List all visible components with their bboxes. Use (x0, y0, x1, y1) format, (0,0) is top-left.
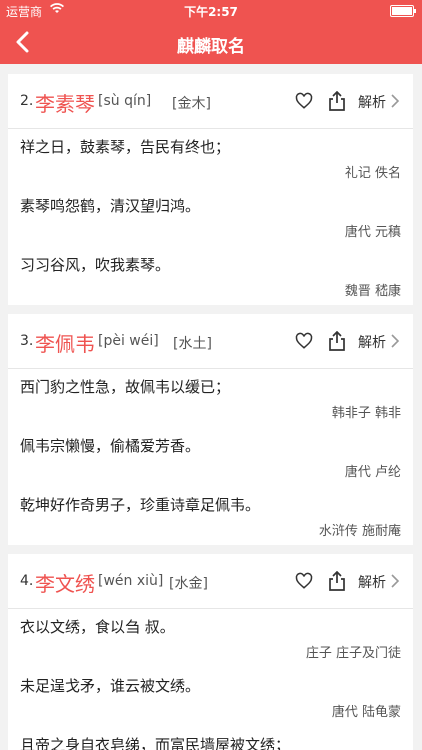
quote-source: 唐代 元稹 (344, 225, 401, 240)
heart-icon (295, 332, 313, 349)
battery-icon (390, 5, 416, 17)
name-pinyin: [pèi wéi] (98, 333, 159, 349)
page-title: 麒麟取名 (177, 37, 245, 57)
share-icon (329, 570, 345, 591)
quote-text: 佩韦宗懒慢，偷橘爱芳香。 (20, 437, 201, 455)
card-index: 2. (20, 93, 34, 109)
nav-bar: 麒麟取名 (0, 20, 422, 64)
heart-icon (295, 92, 313, 109)
analyze-button[interactable]: 解析 (358, 92, 386, 112)
quote-text: 素琴鸣怨鹤，清汉望归鸿。 (20, 197, 201, 215)
heart-icon (295, 572, 313, 589)
analyze-button[interactable]: 解析 (358, 332, 386, 352)
status-bar: 运营商 下午2:57 (0, 0, 422, 20)
quote-source: 唐代 陆龟蒙 (331, 705, 401, 720)
name-title: 李素琴 (35, 92, 95, 116)
card-index: 3. (20, 333, 34, 349)
name-card: 2. 李素琴 [sù qín] [金木] 解析 祥之日，鼓素琴，告民有终也； 礼… (8, 74, 413, 305)
card-index: 4. (20, 573, 34, 589)
share-icon (329, 90, 345, 111)
share-button[interactable] (328, 570, 346, 591)
status-time: 下午2:57 (184, 5, 238, 19)
favorite-button[interactable] (295, 332, 313, 350)
analyze-button[interactable]: 解析 (358, 572, 386, 592)
quote-source: 水浒传 施耐庵 (318, 524, 401, 539)
name-title: 李文绣 (35, 572, 95, 596)
card-header: 3. 李佩韦 [pèi wéi] [水土] 解析 (8, 314, 413, 369)
card-header: 2. 李素琴 [sù qín] [金木] 解析 (8, 74, 413, 129)
share-icon (329, 330, 345, 351)
name-wuxing: [水土] (173, 336, 212, 352)
name-wuxing: [金木] (172, 96, 211, 112)
quote-source: 庄子 庄子及门徒 (305, 646, 401, 661)
chevron-right-icon (390, 333, 400, 353)
quote-text: 且帝之身自衣皂绨，而富民墙屋被文绣； (20, 736, 291, 750)
quote-source: 唐代 卢纶 (344, 465, 401, 480)
quote-text: 乾坤好作奇男子，珍重诗章足佩韦。 (20, 496, 261, 514)
card-header: 4. 李文绣 [wén xiù] [水金] 解析 (8, 554, 413, 609)
name-title: 李佩韦 (35, 332, 95, 356)
chevron-right-icon (390, 573, 400, 593)
quote-source: 韩非子 韩非 (331, 406, 401, 421)
name-wuxing: [水金] (169, 576, 208, 592)
chevron-right-icon (390, 93, 400, 113)
favorite-button[interactable] (295, 572, 313, 590)
share-button[interactable] (328, 90, 346, 111)
name-card: 4. 李文绣 [wén xiù] [水金] 解析 衣以文绣，食以刍 叔。 庄子 … (8, 554, 413, 750)
favorite-button[interactable] (295, 92, 313, 110)
quote-source: 魏晋 嵇康 (344, 284, 401, 299)
quote-text: 未足逞戈矛，谁云被文绣。 (20, 677, 201, 695)
name-pinyin: [sù qín] (98, 93, 152, 109)
quote-text: 西门豹之性急，故佩韦以缓已； (20, 378, 231, 396)
name-pinyin: [wén xiù] (98, 573, 164, 589)
quote-text: 衣以文绣，食以刍 叔。 (20, 618, 175, 636)
quote-text: 习习谷风，吹我素琴。 (20, 256, 171, 274)
quote-source: 礼记 佚名 (344, 166, 401, 181)
name-card: 3. 李佩韦 [pèi wéi] [水土] 解析 西门豹之性急，故佩韦以缓已； … (8, 314, 413, 545)
share-button[interactable] (328, 330, 346, 351)
quote-text: 祥之日，鼓素琴，告民有终也； (20, 138, 231, 156)
